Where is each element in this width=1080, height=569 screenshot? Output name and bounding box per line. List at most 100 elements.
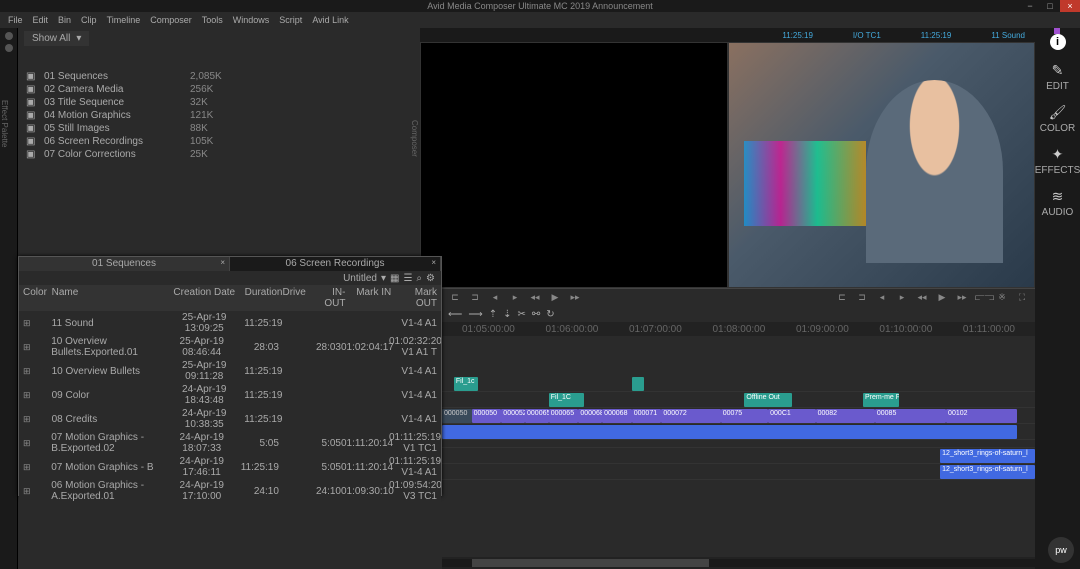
rewind-button[interactable]: ◂◂ [528, 292, 542, 304]
mark-in-button[interactable]: ⊏ [448, 292, 462, 304]
mark-in-button[interactable]: ⊏ [835, 292, 849, 304]
fullscreen-button[interactable]: ⛶ [1015, 292, 1029, 304]
workspace-color[interactable]: 🖌 COLOR [1040, 104, 1076, 134]
audio-track-1[interactable] [442, 424, 1035, 440]
timeline-clip[interactable]: Offline Out [744, 393, 791, 407]
step-fwd-button[interactable]: ▸ [508, 292, 522, 304]
timeline-clip[interactable]: 000050 [472, 409, 502, 423]
step-back-button[interactable]: ◂ [488, 292, 502, 304]
col-markout[interactable]: Mark OUT [391, 287, 437, 309]
col-drive[interactable]: Drive [282, 287, 311, 309]
timeline-clip[interactable]: 00082 [816, 409, 875, 423]
play-button[interactable]: ▶ [935, 292, 949, 304]
play-button[interactable]: ▶ [548, 292, 562, 304]
search-icon[interactable]: ⌕ [416, 273, 422, 284]
timeline-clip[interactable]: 000050 [442, 409, 472, 423]
scrollbar-thumb[interactable] [472, 559, 709, 567]
source-monitor[interactable] [420, 42, 728, 288]
close-icon[interactable]: × [431, 258, 436, 267]
extract-button[interactable]: ⇣ [503, 309, 511, 320]
menu-script[interactable]: Script [275, 15, 306, 25]
timeline-scrollbar[interactable] [442, 559, 1035, 567]
mark-out-button[interactable]: ⊐ [855, 292, 869, 304]
timeline-ruler[interactable]: 01:05:00:0001:06:00:0001:07:00:0001:08:0… [442, 322, 1035, 336]
effect-button[interactable]: ※ [995, 292, 1009, 304]
sequence-row[interactable]: ⊞11 Sound25-Apr-19 13:09:2511:25:19V1-4 … [19, 311, 441, 335]
timeline-clip[interactable]: Fil_1c [454, 377, 478, 391]
view-list-icon[interactable]: ☰ [403, 273, 412, 284]
timeline-clip[interactable]: 000C1 [768, 409, 815, 423]
timeline-clip[interactable]: 00075 [721, 409, 768, 423]
rewind-button[interactable]: ◂◂ [915, 292, 929, 304]
sequence-row[interactable]: ⊞08 Credits24-Apr-19 10:38:3511:25:19V1-… [19, 407, 441, 431]
sequence-row[interactable]: ⊞07 Motion Graphics - B.Exported.0224-Ap… [19, 431, 441, 455]
close-icon[interactable]: × [220, 258, 225, 267]
timeline-clip[interactable]: Fil_1C [549, 393, 585, 407]
workspace-effects[interactable]: ✦ EFFECTS [1035, 146, 1080, 176]
audio-track-3[interactable]: 12_short3_rings-of-saturn_l [442, 464, 1035, 480]
tc-mode[interactable]: I/O TC1 [853, 31, 881, 40]
bins-filter-dropdown[interactable]: Show All ▾ [24, 31, 89, 46]
timeline-clip[interactable]: 12_short3_rings-of-saturn_l [940, 465, 1035, 479]
menu-edit[interactable]: Edit [29, 15, 53, 25]
timeline-clip[interactable]: 000065 [549, 409, 579, 423]
menu-composer[interactable]: Composer [146, 15, 196, 25]
step-fwd-button[interactable]: ▸ [895, 292, 909, 304]
menu-clip[interactable]: Clip [77, 15, 101, 25]
timeline-clip[interactable]: 000068 [578, 409, 602, 423]
chevron-down-icon[interactable]: ▾ [381, 273, 386, 284]
ffwd-button[interactable]: ▸▸ [955, 292, 969, 304]
view-grid-icon[interactable]: ▦ [390, 273, 399, 284]
tab-sequences[interactable]: 01 Sequences × [19, 257, 230, 271]
audio-track-2[interactable]: 12_short3_rings-of-saturn_l [442, 448, 1035, 464]
step-back-button[interactable]: ◂ [875, 292, 889, 304]
col-color[interactable]: Color [23, 287, 52, 309]
timeline-clip[interactable]: 00102 [946, 409, 1017, 423]
video-track-1[interactable]: 0000500000500000520000650000650000680000… [442, 408, 1035, 424]
timeline-clip[interactable]: 000071 [632, 409, 662, 423]
close-button[interactable]: × [1060, 0, 1080, 12]
add-edit-button[interactable]: ✂ [517, 309, 525, 320]
col-inout[interactable]: IN-OUT [311, 287, 345, 309]
menu-avidlink[interactable]: Avid Link [308, 15, 352, 25]
record-monitor[interactable] [728, 42, 1036, 288]
timeline-clip[interactable]: Prem-me F [863, 393, 899, 407]
link-button[interactable]: ⚯ [532, 309, 540, 320]
menu-tools[interactable]: Tools [198, 15, 227, 25]
timeline-tracks[interactable]: Fil_1c Fil_1C Offline Out Prem-me F 000050… [442, 336, 1035, 569]
video-track-3[interactable]: Fil_1c [442, 376, 1035, 392]
refresh-button[interactable]: ↻ [546, 309, 554, 320]
col-markin[interactable]: Mark IN [345, 287, 391, 309]
tab-screen-recordings[interactable]: 06 Screen Recordings × [230, 257, 441, 271]
sequence-row[interactable]: ⊞06 Motion Graphics - A.Exported.0124-Ap… [19, 479, 441, 503]
splice-button[interactable]: ⟵ [448, 309, 462, 320]
sequence-row[interactable]: ⊞07 Motion Graphics - B24-Apr-19 17:46:1… [19, 455, 441, 479]
trim-button[interactable]: ⫍⫎ [975, 292, 989, 304]
info-icon[interactable]: i [1050, 34, 1066, 50]
sequence-name[interactable]: 11 Sound [991, 31, 1025, 40]
timeline-clip[interactable]: 000065 [525, 409, 549, 423]
sequence-row[interactable]: ⊞10 Overview Bullets.Exported.0125-Apr-1… [19, 335, 441, 359]
timeline-clip[interactable] [632, 377, 644, 391]
overwrite-button[interactable]: ⟶ [468, 309, 482, 320]
gear-icon[interactable]: ⚙ [426, 273, 435, 284]
timeline-clip[interactable] [442, 425, 1017, 439]
lift-button[interactable]: ⇡ [489, 309, 497, 320]
menu-windows[interactable]: Windows [229, 15, 274, 25]
menu-timeline[interactable]: Timeline [103, 15, 145, 25]
workspace-audio[interactable]: ≋ AUDIO [1042, 188, 1074, 218]
menu-bin[interactable]: Bin [54, 15, 75, 25]
col-date[interactable]: Creation Date [166, 287, 242, 309]
timeline-clip[interactable]: 000072 [661, 409, 720, 423]
timeline-clip[interactable]: 000052 [501, 409, 525, 423]
col-name[interactable]: Name [52, 287, 166, 309]
col-duration[interactable]: Duration [242, 287, 282, 309]
mark-out-button[interactable]: ⊐ [468, 292, 482, 304]
timeline-clip[interactable]: 000068 [602, 409, 632, 423]
video-track-2[interactable]: Fil_1C Offline Out Prem-me F [442, 392, 1035, 408]
workspace-edit[interactable]: ✎ EDIT [1046, 62, 1069, 92]
timeline-clip[interactable]: 00085 [875, 409, 946, 423]
minimize-button[interactable]: − [1020, 0, 1040, 12]
maximize-button[interactable]: □ [1040, 0, 1060, 12]
panel-dot[interactable] [5, 44, 13, 52]
